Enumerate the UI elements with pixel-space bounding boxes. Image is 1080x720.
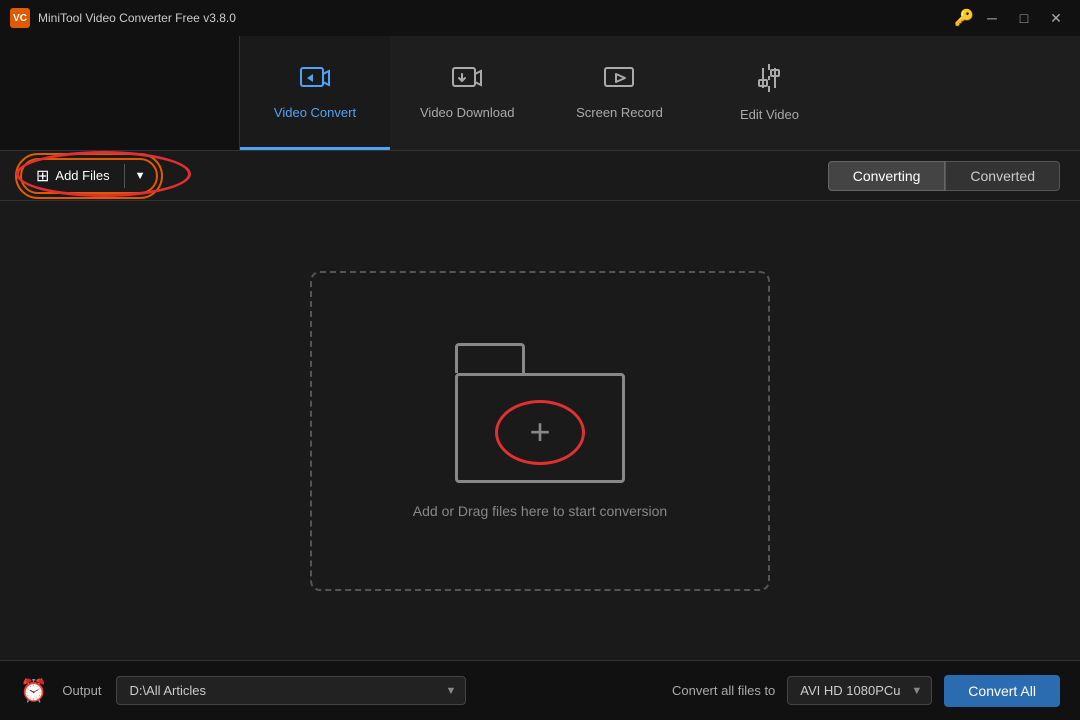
tab-video-convert-label: Video Convert bbox=[274, 105, 356, 120]
sub-tabs: Converting Converted bbox=[828, 161, 1060, 191]
tab-video-convert[interactable]: Video Convert bbox=[240, 36, 390, 150]
folder-tab bbox=[455, 343, 525, 373]
edit-video-icon bbox=[753, 62, 785, 99]
close-button[interactable]: ✕ bbox=[1042, 8, 1070, 28]
folder-plus-icon: + bbox=[529, 414, 550, 450]
app-logo: VC bbox=[10, 8, 30, 28]
tab-screen-record-label: Screen Record bbox=[576, 105, 663, 120]
title-bar-controls: 🔑 ─ □ ✕ bbox=[954, 8, 1070, 28]
clock-icon: ⏰ bbox=[20, 678, 47, 704]
folder-body: + bbox=[455, 373, 625, 483]
screen-record-icon bbox=[603, 64, 635, 97]
video-convert-icon bbox=[299, 64, 331, 97]
add-files-button-group[interactable]: ⊞ Add Files ▼ bbox=[20, 158, 158, 194]
minimize-button[interactable]: ─ bbox=[978, 8, 1006, 28]
tab-edit-video[interactable]: Edit Video bbox=[694, 36, 844, 150]
drop-zone[interactable]: + Add or Drag files here to start conver… bbox=[310, 271, 770, 591]
key-icon[interactable]: 🔑 bbox=[954, 8, 974, 28]
output-path-select[interactable]: D:\All Articles bbox=[116, 676, 466, 705]
app-title: MiniTool Video Converter Free v3.8.0 bbox=[38, 11, 236, 25]
folder-icon: + bbox=[455, 343, 625, 483]
maximize-button[interactable]: □ bbox=[1010, 8, 1038, 28]
bottom-bar: ⏰ Output D:\All Articles ▼ Convert all f… bbox=[0, 660, 1080, 720]
sub-tab-converted[interactable]: Converted bbox=[945, 161, 1060, 191]
toolbar: ⊞ Add Files ▼ Converting Converted bbox=[0, 151, 1080, 201]
tab-video-download[interactable]: Video Download bbox=[390, 36, 544, 150]
output-label: Output bbox=[62, 683, 101, 698]
video-download-icon bbox=[451, 64, 483, 97]
convert-all-button[interactable]: Convert All bbox=[944, 675, 1060, 707]
tab-video-download-label: Video Download bbox=[420, 105, 514, 120]
add-files-main-button[interactable]: ⊞ Add Files bbox=[22, 160, 124, 192]
main-content: + Add or Drag files here to start conver… bbox=[0, 201, 1080, 660]
add-files-plus-icon: ⊞ bbox=[36, 166, 49, 186]
output-path-wrapper: D:\All Articles ▼ bbox=[116, 676, 466, 705]
tab-edit-video-label: Edit Video bbox=[740, 107, 799, 122]
format-select-wrapper: AVI HD 1080PCu ▼ bbox=[787, 676, 932, 705]
title-bar: VC MiniTool Video Converter Free v3.8.0 … bbox=[0, 0, 1080, 36]
folder-plus-circle: + bbox=[495, 400, 585, 465]
add-files-label: Add Files bbox=[55, 168, 109, 183]
add-files-dropdown-button[interactable]: ▼ bbox=[124, 164, 156, 188]
drop-zone-text: Add or Drag files here to start conversi… bbox=[413, 503, 667, 519]
convert-all-files-label: Convert all files to bbox=[672, 683, 775, 698]
bottom-right: Convert all files to AVI HD 1080PCu ▼ Co… bbox=[672, 675, 1060, 707]
sub-tab-converting[interactable]: Converting bbox=[828, 161, 946, 191]
nav-tabs: Video Convert Video Download Screen Reco… bbox=[0, 36, 1080, 151]
format-select[interactable]: AVI HD 1080PCu bbox=[787, 676, 932, 705]
nav-left-spacer bbox=[0, 36, 240, 150]
tab-screen-record[interactable]: Screen Record bbox=[544, 36, 694, 150]
title-bar-left: VC MiniTool Video Converter Free v3.8.0 bbox=[10, 8, 236, 28]
